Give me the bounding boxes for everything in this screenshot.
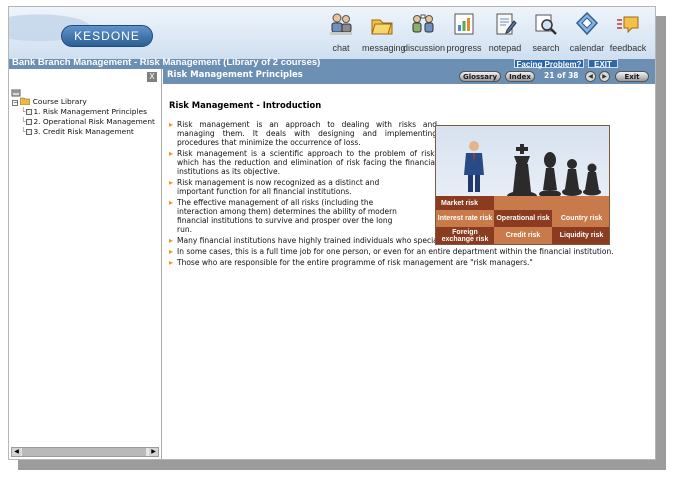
course-page-icon	[26, 109, 33, 115]
next-page-icon[interactable]: ▶	[599, 71, 610, 82]
progress-icon	[454, 13, 474, 35]
window-title-bar: Bank Branch Management - Risk Management…	[9, 57, 655, 69]
toolbar-chat[interactable]: chat	[321, 11, 361, 57]
sidebar-horizontal-scrollbar[interactable]: ◀ ▶	[11, 447, 159, 457]
library-root-icon	[11, 89, 21, 97]
toolbar-messaging[interactable]: messaging	[362, 11, 406, 57]
lesson-heading: Risk Management - Introduction	[169, 100, 322, 110]
course-page-icon	[26, 129, 33, 135]
chat-icon	[330, 13, 352, 35]
content-exit-button[interactable]: Exit	[615, 71, 649, 82]
toolbar-calendar[interactable]: calendar	[567, 11, 607, 57]
risk-chessboard-illustration: Market risk Interest rate risk Operation…	[435, 125, 610, 245]
market-risk-cell: Market risk	[436, 196, 494, 210]
bullet-item: Risk management is an approach to dealin…	[169, 120, 437, 147]
bullet-item: Risk management is now recognized as a d…	[169, 178, 409, 196]
page-indicator: 21 of 38	[544, 71, 579, 80]
toolbar-label: discussion	[403, 43, 446, 53]
content-header-bar: Risk Management Principles Glossary Inde…	[163, 69, 655, 84]
chess-pieces-image	[464, 141, 601, 201]
toolbar-feedback[interactable]: feedback	[608, 11, 648, 57]
sidebar-close-button[interactable]: X	[147, 72, 157, 82]
window-title: Bank Branch Management - Risk Management…	[12, 57, 321, 68]
discussion-icon	[412, 14, 434, 33]
glossary-button[interactable]: Glossary	[459, 71, 501, 82]
toolbar: chat messaging discussion progress notep…	[321, 11, 649, 57]
course-tree: − Course Library └ 1. Risk Management Pri…	[9, 89, 155, 137]
toolbar-label: messaging	[362, 43, 406, 53]
toolbar-notepad[interactable]: notepad	[485, 11, 525, 57]
interest-rate-risk-cell: Interest rate risk	[436, 210, 494, 227]
tree-root-icon-row	[9, 89, 155, 97]
collapse-icon[interactable]: −	[12, 100, 18, 106]
toolbar-label: chat	[332, 43, 350, 53]
facing-problem-button[interactable]: Facing Problem?	[514, 59, 584, 69]
scrollbar-thumb[interactable]	[22, 448, 146, 456]
previous-page-icon[interactable]: ◀	[585, 71, 596, 82]
toolbar-label: progress	[446, 43, 482, 53]
foreign-exchange-risk-cell: Foreign exchange risk	[436, 227, 494, 244]
liquidity-risk-cell: Liquidity risk	[552, 227, 609, 244]
calendar-icon	[575, 11, 599, 36]
scroll-right-arrow-icon[interactable]: ▶	[149, 448, 158, 456]
messaging-icon	[371, 19, 393, 35]
notepad-icon	[496, 13, 517, 35]
header: KESDONE chat messaging discussion progre…	[9, 7, 655, 59]
toolbar-label: feedback	[609, 43, 647, 53]
section-title: Risk Management Principles	[167, 70, 303, 80]
tree-item-credit-risk-management[interactable]: └ 3. Credit Risk Management	[9, 127, 155, 137]
tree-course-library[interactable]: − Course Library	[9, 97, 155, 107]
bullet-item: The effective management of all risks (i…	[169, 198, 409, 234]
toolbar-label: notepad	[488, 43, 522, 53]
course-label: 2. Operational Risk Management	[33, 117, 155, 126]
bullet-item: Risk management is a scientific approach…	[169, 149, 437, 176]
scroll-left-arrow-icon[interactable]: ◀	[12, 448, 21, 456]
exit-button[interactable]: EXIT	[588, 59, 618, 69]
course-page-icon	[26, 119, 33, 125]
bullet-item: Those who are responsible for the entire…	[169, 258, 649, 267]
credit-risk-cell: Credit risk	[494, 227, 552, 244]
toolbar-search[interactable]: search	[526, 11, 566, 57]
course-library-sidebar: X − Course Library └ 1. Risk Management P…	[9, 69, 162, 459]
toolbar-label: search	[532, 43, 560, 53]
toolbar-progress[interactable]: progress	[444, 11, 484, 57]
course-library-label: Course Library	[32, 97, 87, 106]
tree-item-operational-risk-management[interactable]: └ 2. Operational Risk Management	[9, 117, 155, 127]
course-label: 1. Risk Management Principles	[33, 107, 147, 116]
toolbar-discussion[interactable]: discussion	[403, 11, 446, 57]
board-cell	[494, 196, 609, 210]
tree-item-risk-management-principles[interactable]: └ 1. Risk Management Principles	[9, 107, 155, 117]
course-label: 3. Credit Risk Management	[33, 127, 134, 136]
chessboard: Market risk Interest rate risk Operation…	[436, 196, 609, 244]
kesdone-logo: KESDONE	[61, 25, 153, 47]
search-icon	[535, 14, 557, 35]
feedback-icon	[617, 16, 639, 34]
lesson-content: Risk Management - Introduction Risk mana…	[163, 84, 655, 459]
index-button[interactable]: Index	[505, 71, 535, 82]
toolbar-label: calendar	[569, 43, 605, 53]
folder-icon	[20, 97, 31, 106]
bullet-item: In some cases, this is a full time job f…	[169, 247, 649, 256]
app-window: KESDONE chat messaging discussion progre…	[8, 6, 656, 460]
country-risk-cell: Country risk	[552, 210, 609, 227]
operational-risk-cell: Operational risk	[494, 210, 552, 227]
